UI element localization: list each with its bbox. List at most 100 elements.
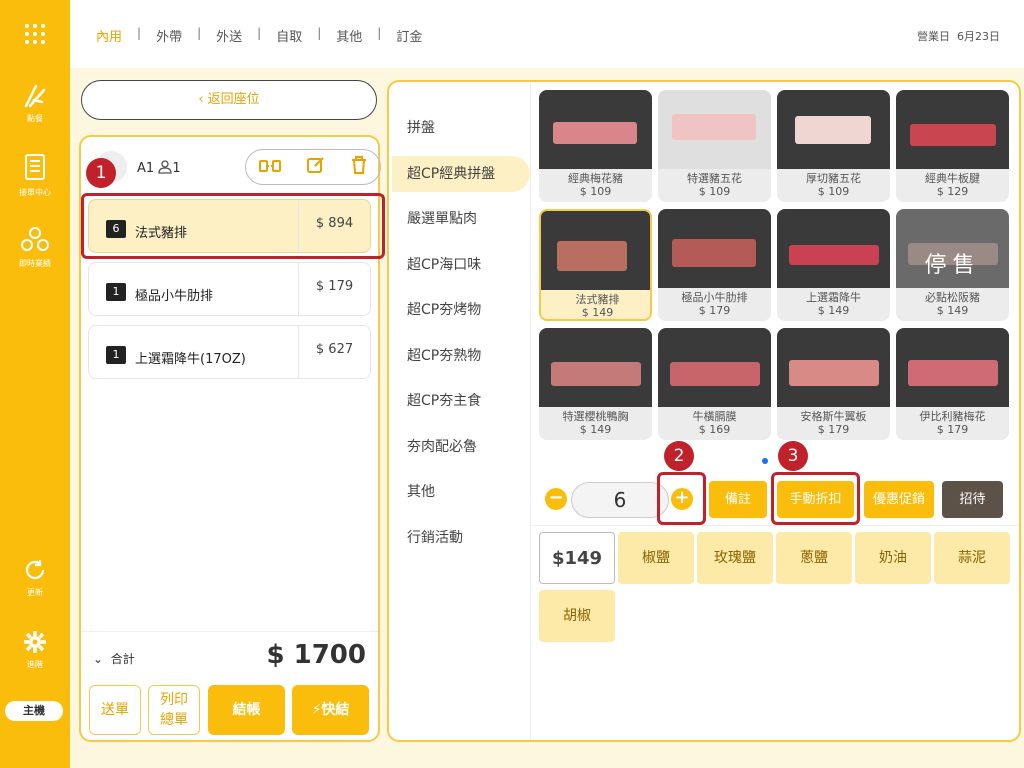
order-item-price: $ 179: [298, 263, 370, 315]
seat-row: A1 1: [95, 147, 381, 187]
product-image: [541, 211, 650, 290]
sidebar-item-order[interactable]: 點餐: [0, 82, 70, 124]
sidebar-item-sales[interactable]: 即時業績: [0, 225, 70, 269]
refresh-button[interactable]: 更新: [0, 558, 70, 598]
category-item[interactable]: 超CP海口味: [392, 247, 530, 283]
seat-info: A1 1: [137, 160, 181, 178]
seasoning-option[interactable]: 蔥鹽: [776, 532, 852, 584]
lightning-icon: ⚡: [311, 702, 322, 718]
seasoning-option[interactable]: 玫瑰鹽: [697, 532, 773, 584]
business-day-value: 6月23日: [957, 30, 1000, 43]
apps-grid-icon[interactable]: [0, 22, 70, 50]
minus-icon: −: [548, 487, 564, 508]
product-price: $ 109: [698, 185, 731, 198]
category-list: 拼盤 超CP經典拼盤 嚴選單點肉 超CP海口味 超CP夯烤物 超CP夯熟物 超C…: [389, 82, 531, 740]
product-image: 停售: [896, 209, 1009, 288]
category-item[interactable]: 拼盤: [392, 110, 530, 146]
callout-box-3: [771, 472, 860, 525]
category-item[interactable]: 超CP經典拼盤: [392, 156, 530, 192]
promo-button[interactable]: 優惠促銷: [864, 481, 934, 518]
order-item-price: $ 627: [298, 326, 370, 378]
product-price: $ 169: [698, 423, 731, 436]
product-card[interactable]: 安格斯牛翼板 $ 179: [777, 328, 890, 440]
transfer-icon[interactable]: [259, 158, 281, 177]
qty-badge: 1: [106, 283, 126, 301]
tab-takeout[interactable]: 外帶: [141, 26, 197, 45]
category-item[interactable]: 超CP夯烤物: [392, 292, 530, 328]
product-card[interactable]: 牛橫膈膜 $ 169: [658, 328, 771, 440]
sidebar-item-label: 即時業績: [19, 259, 51, 268]
chevron-left-icon: ‹: [198, 92, 204, 107]
quick-checkout-button[interactable]: ⚡快結: [292, 685, 369, 735]
price-option[interactable]: $149: [539, 532, 615, 584]
product-name: 厚切豬五花: [806, 172, 861, 185]
product-image: [777, 209, 890, 288]
note-button[interactable]: 備註: [709, 481, 767, 518]
callout-number-2: 2: [664, 441, 694, 471]
category-item[interactable]: 嚴選單點肉: [392, 201, 530, 237]
back-to-seats-button[interactable]: ‹ 返回座位: [81, 80, 377, 120]
seat-number: A1: [137, 161, 155, 176]
chevron-down-icon: ⌄: [93, 652, 104, 666]
business-day: 營業日 6月23日: [917, 28, 1000, 44]
order-item[interactable]: 1 上選霜降牛(17OZ) $ 627: [88, 325, 371, 379]
tab-deposit[interactable]: 訂金: [381, 26, 437, 45]
decrease-qty-button[interactable]: −: [545, 488, 567, 510]
order-item-name: 極品小牛肋排: [135, 289, 214, 304]
total-amount: $ 1700: [266, 640, 366, 670]
edit-icon[interactable]: [307, 156, 325, 178]
product-card[interactable]: 特選櫻桃鴨胸 $ 149: [539, 328, 652, 440]
product-price: $ 129: [936, 185, 969, 198]
quantity-stepper[interactable]: 6: [571, 482, 669, 518]
product-card[interactable]: 厚切豬五花 $ 109: [777, 90, 890, 202]
print-summary-button[interactable]: 列印 總單: [148, 685, 200, 735]
category-item[interactable]: 夯肉配必魯: [392, 429, 530, 465]
product-name: 必點松阪豬: [925, 291, 980, 304]
checkout-button[interactable]: 結帳: [208, 685, 285, 735]
product-card[interactable]: 停售 必點松阪豬 $ 149: [896, 209, 1009, 321]
product-name: 上選霜降牛: [806, 291, 861, 304]
tab-other[interactable]: 其他: [321, 26, 377, 45]
host-button[interactable]: 主機: [5, 701, 63, 721]
product-card[interactable]: 特選豬五花 $ 109: [658, 90, 771, 202]
seasoning-option[interactable]: 蒜泥: [934, 532, 1010, 584]
order-item[interactable]: 1 極品小牛肋排 $ 179: [88, 262, 371, 316]
tab-delivery[interactable]: 外送: [201, 26, 257, 45]
product-image: [896, 90, 1009, 169]
sidebar-item-label: 接單中心: [19, 188, 51, 197]
seasoning-option[interactable]: 椒鹽: [618, 532, 694, 584]
page-indicator-dot[interactable]: [762, 458, 768, 464]
sidebar-item-label: 更新: [27, 588, 43, 597]
advanced-button[interactable]: 進階: [0, 630, 70, 670]
print-label-line1: 列印: [160, 692, 188, 708]
product-card[interactable]: 經典牛板腱 $ 129: [896, 90, 1009, 202]
total-row: ⌄ 合計 $ 1700: [81, 631, 378, 681]
category-item[interactable]: 超CP夯熟物: [392, 338, 530, 374]
total-toggle[interactable]: ⌄ 合計: [93, 650, 135, 667]
product-name: 牛橫膈膜: [692, 410, 737, 423]
seasoning-option[interactable]: 奶油: [855, 532, 931, 584]
treat-button[interactable]: 招待: [942, 481, 1003, 518]
receipt-icon: [25, 154, 45, 180]
gear-icon: [24, 631, 46, 653]
product-card[interactable]: 經典梅花豬 $ 109: [539, 90, 652, 202]
sidebar: 點餐 接單中心 即時業績 更新 進階 主機: [0, 0, 70, 768]
category-item[interactable]: 超CP夯主食: [392, 383, 530, 419]
category-item[interactable]: 其他: [392, 474, 530, 510]
trash-icon[interactable]: [351, 156, 367, 178]
callout-box-1: [81, 193, 385, 259]
tab-pickup[interactable]: 自取: [261, 26, 317, 45]
product-name: 經典牛板腱: [925, 172, 980, 185]
category-item[interactable]: 行銷活動: [392, 520, 530, 556]
product-card[interactable]: 法式豬排 $ 149: [539, 209, 652, 321]
product-name: 經典梅花豬: [568, 172, 623, 185]
product-card[interactable]: 上選霜降牛 $ 149: [777, 209, 890, 321]
tab-dine-in[interactable]: 內用: [96, 26, 137, 45]
product-card[interactable]: 伊比利豬梅花 $ 179: [896, 328, 1009, 440]
sidebar-item-receipt-center[interactable]: 接單中心: [0, 152, 70, 198]
product-price: $ 149: [817, 304, 850, 317]
send-order-button[interactable]: 送單: [89, 685, 141, 735]
seasoning-option[interactable]: 胡椒: [539, 590, 615, 642]
product-price: $ 179: [817, 423, 850, 436]
product-card[interactable]: 極品小牛肋排 $ 179: [658, 209, 771, 321]
